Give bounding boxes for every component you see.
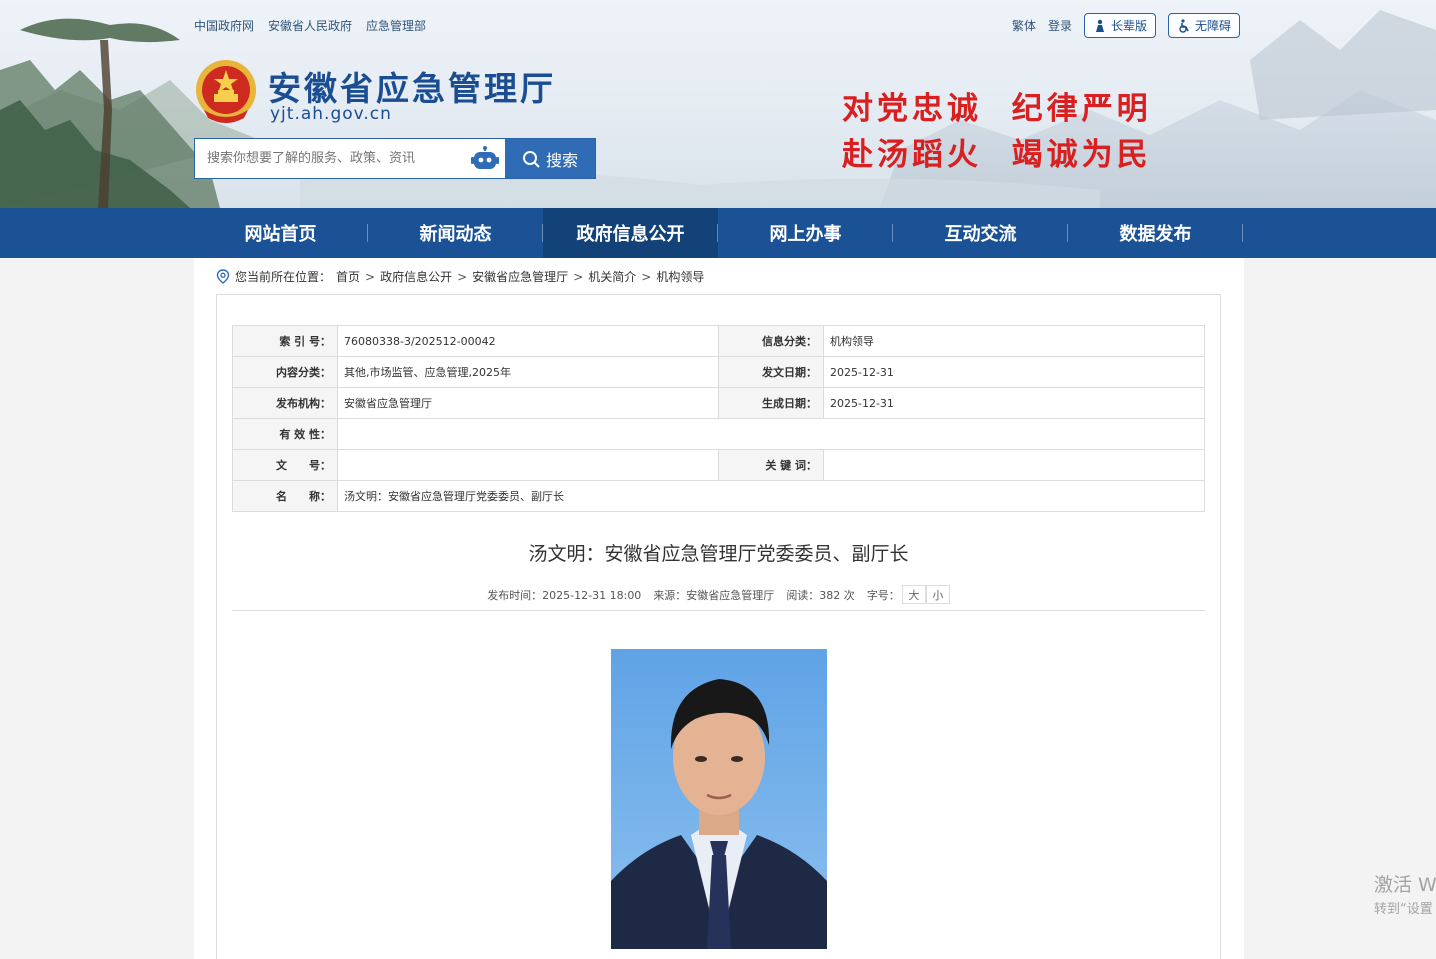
nav-data-release[interactable]: 数据发布 bbox=[1068, 208, 1243, 258]
accessible-mode-label: 无障碍 bbox=[1195, 19, 1232, 33]
doc-number-label: 文 号： bbox=[232, 449, 338, 481]
search-input[interactable] bbox=[195, 139, 465, 178]
publisher-label: 发布机构： bbox=[232, 387, 338, 419]
breadcrumb-intro[interactable]: 机关简介 bbox=[588, 268, 636, 285]
validity-value bbox=[337, 418, 1205, 450]
article-panel: 索 引 号： 76080338-3/202512-00042 信息分类： 机构领… bbox=[216, 294, 1221, 959]
index-value: 76080338-3/202512-00042 bbox=[337, 325, 719, 357]
font-size-control: 字号： 大 小 bbox=[867, 585, 950, 604]
title-divider bbox=[232, 610, 1205, 611]
content-class-value: 其他,市场监管、应急管理,2025年 bbox=[337, 356, 719, 388]
wheelchair-icon bbox=[1179, 18, 1189, 33]
breadcrumb-department[interactable]: 安徽省应急管理厅 bbox=[472, 268, 568, 285]
nav-online-service[interactable]: 网上办事 bbox=[718, 208, 893, 258]
breadcrumb-separator: > bbox=[365, 269, 376, 284]
main-nav: 网站首页 新闻动态 政府信息公开 网上办事 互动交流 数据发布 bbox=[0, 208, 1436, 258]
nav-interaction[interactable]: 互动交流 bbox=[893, 208, 1068, 258]
issue-date-label: 发文日期： bbox=[718, 356, 824, 388]
search-icon bbox=[522, 150, 540, 168]
traditional-link[interactable]: 繁体 bbox=[1012, 17, 1036, 34]
keywords-label: 关 键 词： bbox=[718, 449, 824, 481]
publish-time: 发布时间：2025-12-31 18:00 bbox=[487, 588, 642, 602]
metadata-table: 索 引 号： 76080338-3/202512-00042 信息分类： 机构领… bbox=[232, 325, 1205, 512]
login-link[interactable]: 登录 bbox=[1048, 17, 1072, 34]
created-date-label: 生成日期： bbox=[718, 387, 824, 419]
elder-icon bbox=[1096, 19, 1105, 32]
info-class-value: 机构领导 bbox=[823, 325, 1205, 357]
portrait-photo bbox=[611, 649, 827, 949]
publisher-value: 安徽省应急管理厅 bbox=[337, 387, 719, 419]
breadcrumb-separator: > bbox=[641, 269, 652, 284]
article-title: 汤文明：安徽省应急管理厅党委委员、副厅长 bbox=[528, 543, 909, 565]
breadcrumb-leaders[interactable]: 机构领导 bbox=[656, 268, 704, 285]
keywords-value bbox=[823, 449, 1205, 481]
slogan-line-1: 对党忠诚 纪律严明 bbox=[842, 91, 1152, 127]
link-mem[interactable]: 应急管理部 bbox=[366, 17, 426, 34]
location-pin-icon bbox=[216, 269, 230, 284]
font-size-label: 字号： bbox=[866, 588, 900, 602]
index-label: 索 引 号： bbox=[232, 325, 338, 357]
nav-gov-info[interactable]: 政府信息公开 bbox=[543, 208, 718, 258]
link-ah-gov[interactable]: 安徽省人民政府 bbox=[268, 17, 352, 34]
breadcrumb-separator: > bbox=[457, 269, 468, 284]
main-content: 您当前所在位置： 首页 > 政府信息公开 > 安徽省应急管理厅 > 机关简介 >… bbox=[194, 258, 1244, 959]
elder-mode-button[interactable]: 长辈版 bbox=[1084, 13, 1157, 38]
created-date-value: 2025-12-31 bbox=[823, 387, 1205, 419]
breadcrumb-prefix: 您当前所在位置： bbox=[235, 270, 332, 284]
table-row: 名 称： 汤文明：安徽省应急管理厅党委委员、副厅长 bbox=[232, 480, 1205, 512]
breadcrumb: 您当前所在位置： 首页 > 政府信息公开 > 安徽省应急管理厅 > 机关简介 >… bbox=[216, 268, 704, 285]
activation-watermark-sub: 转到“设置 bbox=[1374, 902, 1433, 917]
article-info: 发布时间：2025-12-31 18:00 来源：安徽省应急管理厅 阅读：382… bbox=[217, 585, 1220, 604]
national-emblem bbox=[196, 60, 256, 123]
article-source: 来源：安徽省应急管理厅 bbox=[653, 588, 775, 602]
content-class-label: 内容分类： bbox=[232, 356, 338, 388]
font-large-button[interactable]: 大 bbox=[901, 585, 926, 604]
activation-watermark: 激活 W bbox=[1374, 874, 1436, 896]
elder-mode-label: 长辈版 bbox=[1111, 19, 1148, 33]
font-small-button[interactable]: 小 bbox=[925, 585, 950, 604]
validity-label: 有 效 性： bbox=[232, 418, 338, 450]
table-row: 发布机构： 安徽省应急管理厅 生成日期： 2025-12-31 bbox=[232, 387, 1205, 419]
name-value: 汤文明：安徽省应急管理厅党委委员、副厅长 bbox=[337, 480, 1205, 512]
accessible-mode-button[interactable]: 无障碍 bbox=[1168, 13, 1241, 38]
site-domain: yjt.ah.gov.cn bbox=[270, 104, 392, 124]
site-name: 安徽省应急管理厅 bbox=[268, 69, 556, 108]
info-class-label: 信息分类： bbox=[718, 325, 824, 357]
view-count: 阅读：382 次 bbox=[786, 588, 855, 602]
table-row: 文 号： 关 键 词： bbox=[232, 449, 1205, 481]
site-header: 中国政府网 安徽省人民政府 应急管理部 繁体 登录 长辈版 无障碍 安徽省应急管… bbox=[0, 0, 1436, 208]
top-right-tools: 繁体 登录 长辈版 无障碍 bbox=[1012, 13, 1241, 38]
slogan: 对党忠诚 纪律严明 赴汤蹈火 竭诚为民 bbox=[842, 86, 1152, 178]
name-label: 名 称： bbox=[232, 480, 338, 512]
link-gov-cn[interactable]: 中国政府网 bbox=[194, 17, 254, 34]
robot-assistant-button[interactable] bbox=[465, 139, 505, 178]
breadcrumb-gov-info[interactable]: 政府信息公开 bbox=[380, 268, 452, 285]
search-button[interactable]: 搜索 bbox=[505, 139, 595, 178]
top-links: 中国政府网 安徽省人民政府 应急管理部 bbox=[194, 17, 426, 34]
slogan-line-2: 赴汤蹈火 竭诚为民 bbox=[842, 137, 1152, 173]
search-bar: 搜索 bbox=[194, 138, 596, 179]
issue-date-value: 2025-12-31 bbox=[823, 356, 1205, 388]
table-row: 有 效 性： bbox=[232, 418, 1205, 450]
table-row: 内容分类： 其他,市场监管、应急管理,2025年 发文日期： 2025-12-3… bbox=[232, 356, 1205, 388]
nav-home[interactable]: 网站首页 bbox=[193, 208, 368, 258]
nav-news[interactable]: 新闻动态 bbox=[368, 208, 543, 258]
robot-icon bbox=[471, 145, 499, 169]
search-button-label: 搜索 bbox=[545, 150, 578, 170]
breadcrumb-home[interactable]: 首页 bbox=[336, 268, 360, 285]
doc-number-value bbox=[337, 449, 719, 481]
table-row: 索 引 号： 76080338-3/202512-00042 信息分类： 机构领… bbox=[232, 325, 1205, 357]
breadcrumb-separator: > bbox=[573, 269, 584, 284]
